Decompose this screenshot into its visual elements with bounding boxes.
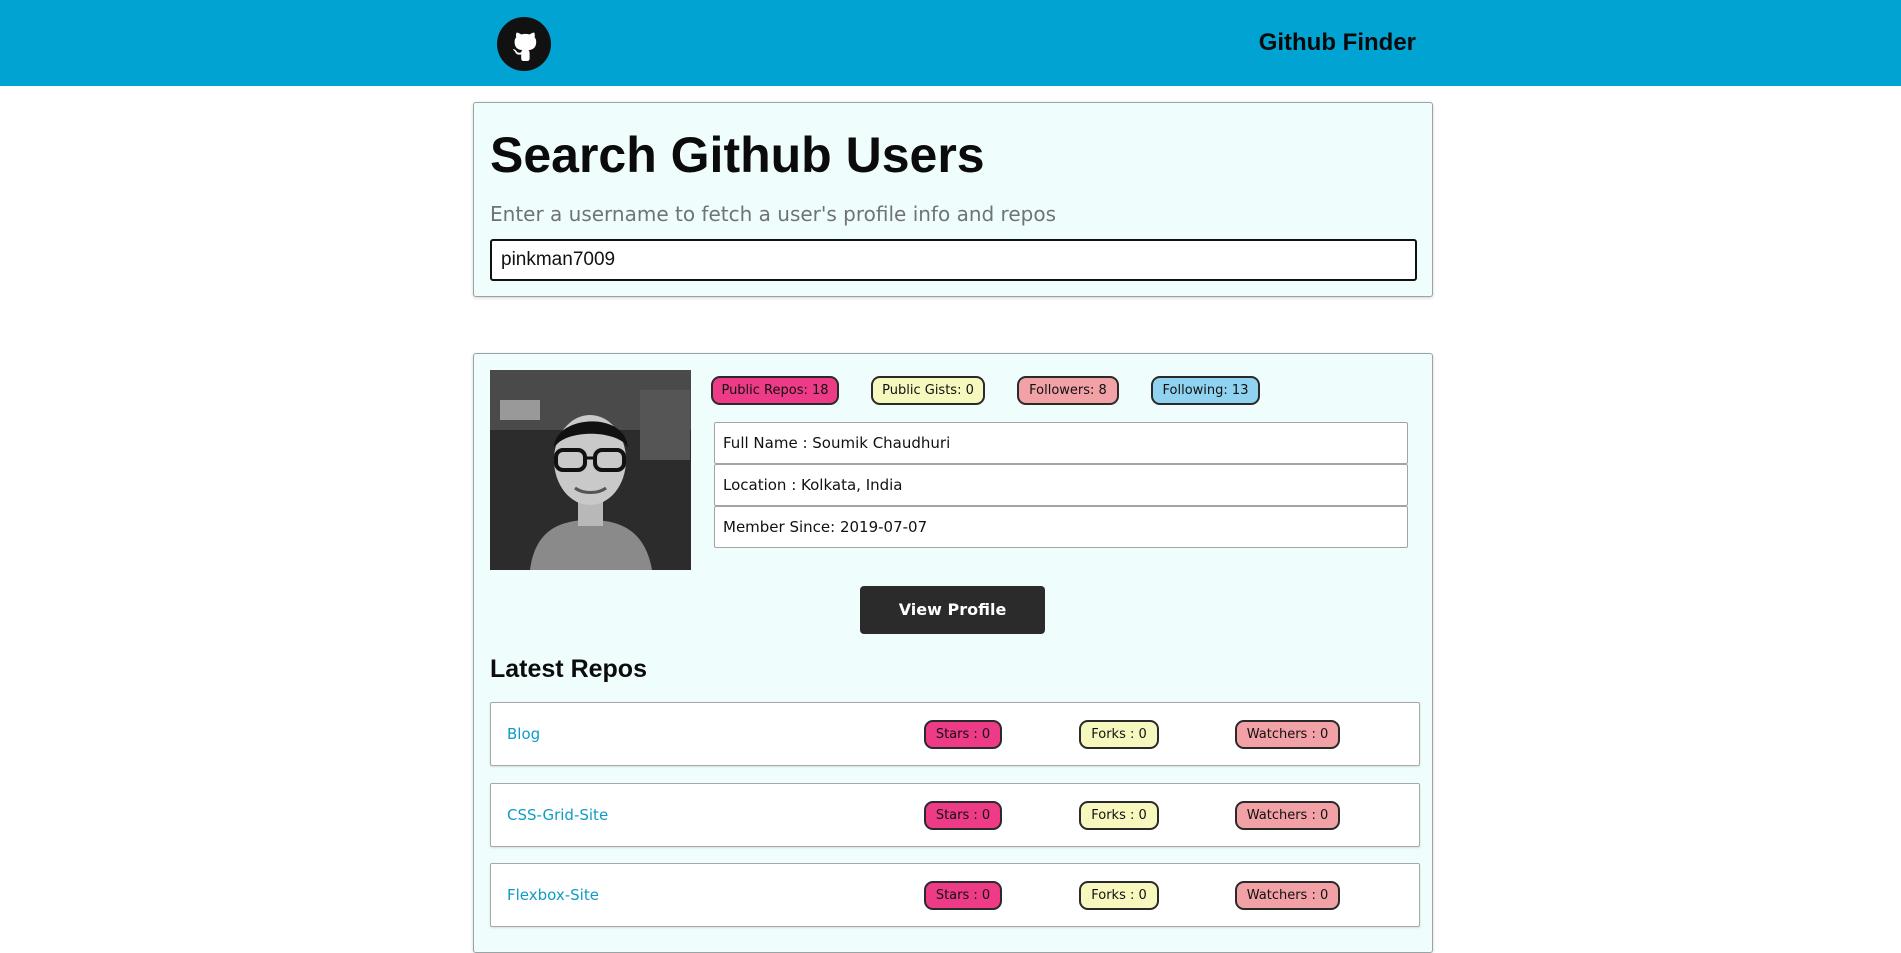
repo-stars-badge: Stars : 0 bbox=[924, 881, 1002, 910]
location-item: Location : Kolkata, India bbox=[714, 464, 1408, 506]
latest-repos-heading: Latest Repos bbox=[490, 655, 647, 683]
full-name-item: Full Name : Soumik Chaudhuri bbox=[714, 422, 1408, 464]
member-since-item: Member Since: 2019-07-07 bbox=[714, 506, 1408, 548]
repo-link-css-grid-site[interactable]: CSS-Grid-Site bbox=[507, 803, 608, 827]
profile-card: Public Repos: 18 Public Gists: 0 Followe… bbox=[473, 353, 1433, 953]
username-search-input[interactable] bbox=[490, 239, 1417, 281]
search-subtitle: Enter a username to fetch a user's profi… bbox=[490, 202, 1056, 226]
repo-stars-badge: Stars : 0 bbox=[924, 801, 1002, 830]
search-title: Search Github Users bbox=[490, 127, 985, 183]
user-avatar bbox=[490, 370, 691, 570]
app-title: Github Finder bbox=[1258, 29, 1416, 56]
public-repos-badge: Public Repos: 18 bbox=[711, 376, 839, 405]
navbar: Github Finder bbox=[0, 0, 1901, 86]
repo-stars-badge: Stars : 0 bbox=[924, 720, 1002, 749]
repo-row: CSS-Grid-Site Stars : 0 Forks : 0 Watche… bbox=[490, 783, 1420, 847]
repo-forks-badge: Forks : 0 bbox=[1079, 801, 1159, 830]
repo-link-flexbox-site[interactable]: Flexbox-Site bbox=[507, 883, 599, 907]
repo-row: Flexbox-Site Stars : 0 Forks : 0 Watcher… bbox=[490, 863, 1420, 927]
following-badge: Following: 13 bbox=[1151, 376, 1260, 405]
repo-watchers-badge: Watchers : 0 bbox=[1235, 720, 1340, 749]
followers-badge: Followers: 8 bbox=[1017, 376, 1119, 405]
repo-link-blog[interactable]: Blog bbox=[507, 722, 540, 746]
view-profile-button[interactable]: View Profile bbox=[860, 586, 1045, 634]
public-gists-badge: Public Gists: 0 bbox=[871, 376, 985, 405]
repo-forks-badge: Forks : 0 bbox=[1079, 720, 1159, 749]
search-card: Search Github Users Enter a username to … bbox=[473, 102, 1433, 297]
github-octocat-icon[interactable] bbox=[497, 17, 551, 71]
repo-row: Blog Stars : 0 Forks : 0 Watchers : 0 bbox=[490, 702, 1420, 766]
repo-forks-badge: Forks : 0 bbox=[1079, 881, 1159, 910]
repo-watchers-badge: Watchers : 0 bbox=[1235, 881, 1340, 910]
repo-watchers-badge: Watchers : 0 bbox=[1235, 801, 1340, 830]
